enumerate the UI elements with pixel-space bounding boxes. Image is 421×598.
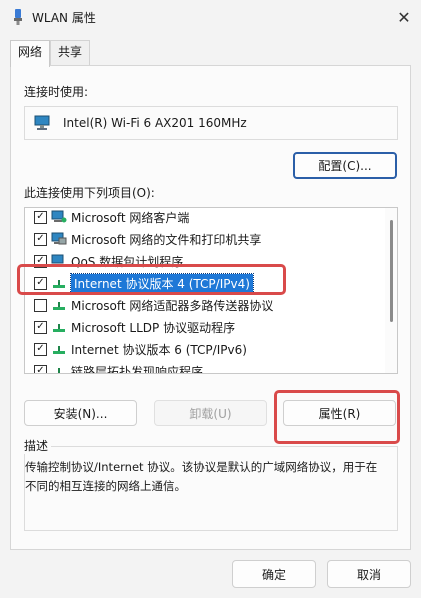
list-item[interactable]: ✓ Internet 协议版本 6 (TCP/IPv6) <box>25 338 385 360</box>
item-label: Internet 协议版本 4 (TCP/IPv4) <box>70 272 254 294</box>
list-item[interactable]: ✓ Microsoft LLDP 协议驱动程序 <box>25 316 385 338</box>
description-title: 描述 <box>21 437 52 454</box>
ok-button[interactable]: 确定 <box>232 560 316 588</box>
protocol-icon <box>51 298 67 312</box>
list-item[interactable]: ✓ Microsoft 网络的文件和打印机共享 <box>25 228 385 250</box>
uninstall-button[interactable]: 卸载(U) <box>154 400 267 426</box>
scrollbar-thumb[interactable] <box>390 220 393 322</box>
item-checkbox[interactable]: ✓ <box>34 254 47 268</box>
item-label: Internet 协议版本 6 (TCP/IPv6) <box>71 342 247 357</box>
protocol-icon <box>51 364 67 373</box>
tab-strip: 网络 共享 <box>10 40 91 67</box>
qos-scheduler-icon <box>51 254 67 268</box>
tab-network[interactable]: 网络 <box>10 40 51 67</box>
list-scrollbar[interactable] <box>385 208 397 373</box>
items-list[interactable]: ✓ Microsoft 网络客户端 ✓ Microsoft 网络的文件和打印机共… <box>24 207 398 374</box>
list-item[interactable]: ✓ QoS 数据包计划程序 <box>25 250 385 272</box>
items-label: 此连接使用下列项目(O): <box>24 186 155 200</box>
protocol-icon <box>51 342 67 356</box>
item-checkbox[interactable]: ✓ <box>34 364 47 373</box>
network-adapter-icon <box>10 8 26 26</box>
title-bar: WLAN 属性 ✕ <box>0 0 421 34</box>
item-checkbox[interactable]: ✓ <box>34 210 47 224</box>
item-label: Microsoft LLDP 协议驱动程序 <box>71 320 236 335</box>
item-label: QoS 数据包计划程序 <box>71 254 184 269</box>
window-title: WLAN 属性 <box>32 11 96 25</box>
configure-button[interactable]: 配置(C)... <box>293 152 397 179</box>
item-checkbox[interactable]: ✓ <box>34 342 47 356</box>
item-label: Microsoft 网络适配器多路传送器协议 <box>71 298 274 313</box>
item-checkbox[interactable] <box>34 298 47 312</box>
install-button[interactable]: 安装(N)... <box>24 400 137 426</box>
cancel-button[interactable]: 取消 <box>327 560 411 588</box>
properties-button[interactable]: 属性(R) <box>283 400 396 426</box>
item-label: Microsoft 网络的文件和打印机共享 <box>71 232 262 247</box>
adapter-monitor-icon <box>34 115 50 131</box>
network-tab-panel: 连接时使用: Intel(R) Wi-Fi 6 AX201 160MHz 配置(… <box>10 65 411 550</box>
list-item-selected[interactable]: ✓ Internet 协议版本 4 (TCP/IPv4) <box>25 272 385 294</box>
close-icon: ✕ <box>397 7 411 27</box>
item-checkbox[interactable]: ✓ <box>34 276 47 290</box>
item-label: 链路层拓扑发现响应程序 <box>71 364 204 374</box>
network-client-icon <box>51 210 67 224</box>
list-item[interactable]: ✓ Microsoft 网络客户端 <box>25 208 385 228</box>
adapter-name: Intel(R) Wi-Fi 6 AX201 160MHz <box>63 116 247 130</box>
list-item[interactable]: ✓ 链路层拓扑发现响应程序 <box>25 360 385 374</box>
list-item[interactable]: Microsoft 网络适配器多路传送器协议 <box>25 294 385 316</box>
item-label: Microsoft 网络客户端 <box>71 210 190 225</box>
description-text: 传输控制协议/Internet 协议。该协议是默认的广域网络协议，用于在不同的相… <box>25 460 378 493</box>
protocol-icon <box>51 320 67 334</box>
close-button[interactable]: ✕ <box>387 0 421 34</box>
connect-using-label: 连接时使用: <box>24 85 89 99</box>
tab-sharing[interactable]: 共享 <box>50 40 91 65</box>
protocol-icon <box>51 276 67 290</box>
file-print-share-icon <box>51 232 67 246</box>
item-checkbox[interactable]: ✓ <box>34 320 47 334</box>
item-checkbox[interactable]: ✓ <box>34 232 47 246</box>
adapter-display: Intel(R) Wi-Fi 6 AX201 160MHz <box>24 106 398 140</box>
